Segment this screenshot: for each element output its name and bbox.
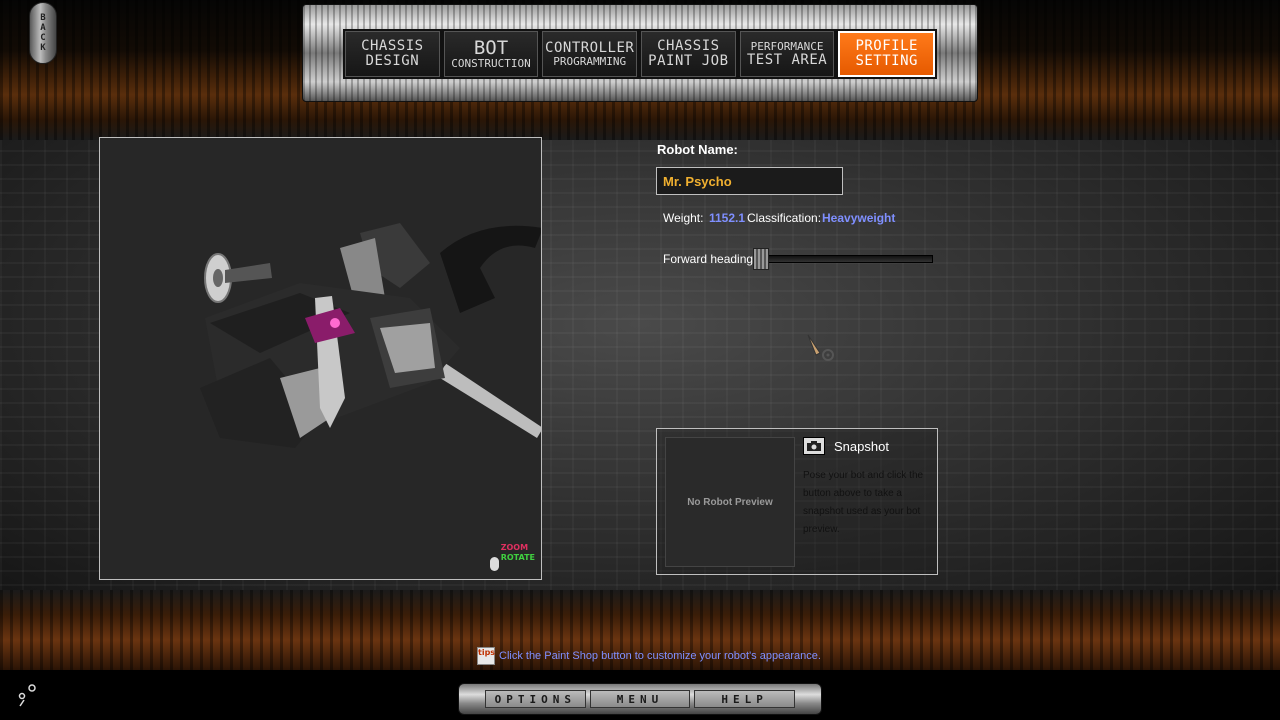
- tab-label-line1: CHASSIS: [361, 38, 424, 54]
- tab-bot-construction[interactable]: BOT CONSTRUCTION: [443, 31, 539, 77]
- no-preview-text: No Robot Preview: [687, 496, 773, 508]
- tip-text: Click the Paint Shop button to customize…: [499, 650, 821, 662]
- back-letter: A: [40, 23, 46, 33]
- tips-icon: tips: [477, 647, 495, 665]
- tab-chassis-design[interactable]: CHASSIS DESIGN: [345, 31, 440, 77]
- forward-heading-label: Forward heading:: [663, 252, 757, 266]
- snapshot-description: Pose your bot and click the button above…: [803, 470, 924, 535]
- robot-name-input[interactable]: [656, 167, 843, 195]
- weight-value: 1152.1: [709, 211, 746, 225]
- robot-3d-viewport[interactable]: ZOOM ROTATE: [99, 137, 542, 580]
- mouse-cursor-icon: [807, 334, 834, 361]
- tab-label-line2: PAINT JOB: [648, 53, 729, 69]
- controls-hint: ZOOM ROTATE: [501, 543, 535, 563]
- snapshot-button[interactable]: [803, 437, 825, 455]
- tab-label-line1: CONTROLLER: [545, 39, 635, 56]
- top-nav: CHASSIS DESIGN BOT CONSTRUCTION CONTROLL…: [343, 29, 937, 79]
- settings-icon[interactable]: [16, 682, 40, 708]
- tab-label-line1: BOT: [473, 36, 509, 59]
- classification-label: Classification:: [747, 211, 822, 225]
- robot-name-label: Robot Name:: [657, 142, 738, 157]
- weight-label: Weight:: [663, 211, 704, 225]
- tab-label-line2: PROGRAMMING: [553, 54, 627, 68]
- zoom-hint: ZOOM: [500, 543, 529, 552]
- options-button[interactable]: OPTIONS: [485, 690, 586, 708]
- back-button[interactable]: B A C K: [29, 2, 57, 64]
- bottom-menu-bar: OPTIONS MENU HELP: [458, 683, 822, 715]
- mouse-icon: [490, 557, 499, 571]
- tips-icon-label: tips: [478, 648, 496, 657]
- robot-preview: No Robot Preview: [665, 437, 795, 567]
- back-letter: B: [40, 13, 46, 23]
- forward-heading-slider-thumb[interactable]: [753, 248, 769, 270]
- tab-profile-setting[interactable]: PROFILE SETTING: [838, 31, 936, 77]
- tab-performance-test-area[interactable]: PERFORMANCE TEST AREA: [739, 31, 835, 77]
- top-nav-frame: CHASSIS DESIGN BOT CONSTRUCTION CONTROLL…: [302, 4, 978, 102]
- tab-label-line2: TEST AREA: [746, 51, 828, 68]
- tab-label-line1: CHASSIS: [657, 38, 720, 54]
- back-letter: K: [40, 43, 46, 53]
- camera-icon: [807, 441, 821, 451]
- snapshot-title: Snapshot: [834, 439, 889, 454]
- classification-value: Heavyweight: [822, 211, 896, 225]
- tab-label-line2: SETTING: [855, 53, 918, 69]
- menu-button[interactable]: MENU: [589, 690, 691, 708]
- rotate-hint: ROTATE: [500, 553, 535, 562]
- tab-controller-programming[interactable]: CONTROLLER PROGRAMMING: [542, 31, 638, 77]
- snapshot-panel: No Robot Preview Snapshot Pose your bot …: [656, 428, 938, 575]
- forward-heading-slider-track[interactable]: [753, 255, 933, 263]
- tip-bar: tips Click the Paint Shop button to cust…: [477, 647, 821, 665]
- tab-label-line2: CONSTRUCTION: [451, 56, 531, 70]
- tab-chassis-paint-job[interactable]: CHASSIS PAINT JOB: [641, 31, 736, 77]
- robot-model: [200, 223, 541, 448]
- back-letter: C: [40, 33, 46, 43]
- tab-label-line2: DESIGN: [365, 53, 420, 69]
- tab-label-line1: PROFILE: [855, 38, 918, 54]
- tab-label-line1: PERFORMANCE: [750, 39, 824, 53]
- help-button[interactable]: HELP: [694, 690, 796, 708]
